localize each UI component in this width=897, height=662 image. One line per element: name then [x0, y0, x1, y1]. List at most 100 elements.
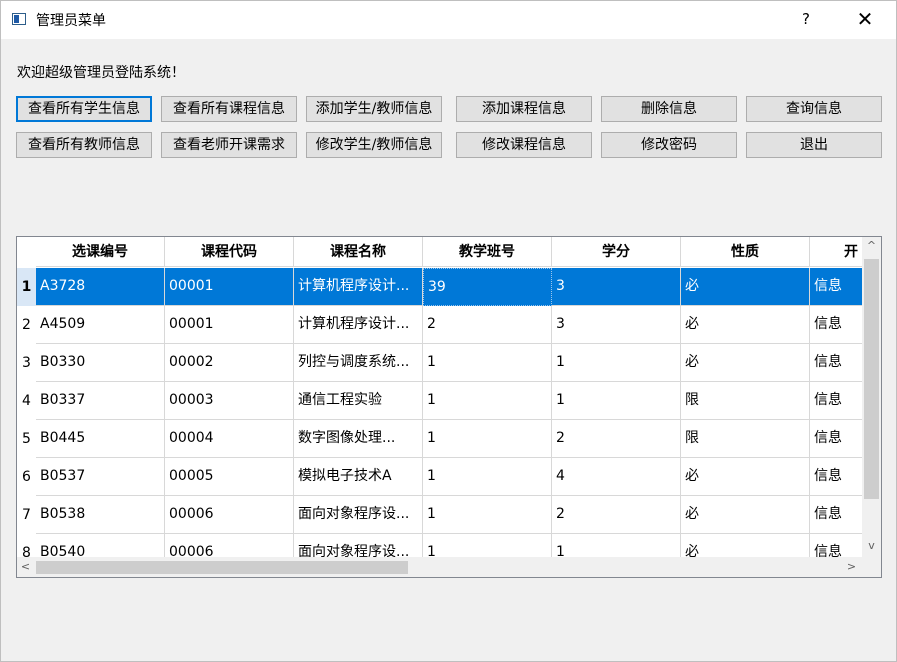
- column-header[interactable]: 性质: [681, 237, 810, 267]
- table-cell[interactable]: 1: [423, 496, 552, 534]
- row-number[interactable]: 7: [17, 496, 36, 534]
- table-cell[interactable]: A4509: [36, 306, 165, 344]
- column-header[interactable]: 选课编号: [36, 237, 165, 267]
- table-cell[interactable]: 必: [681, 458, 810, 496]
- table-cell[interactable]: B0537: [36, 458, 165, 496]
- table-row[interactable]: 3 B0330 00002 列控与调度系统... 1 1 必信息: [17, 344, 862, 382]
- table-cell[interactable]: B0330: [36, 344, 165, 382]
- exit-button[interactable]: 退出: [746, 132, 882, 158]
- table-cell[interactable]: 计算机程序设计...: [294, 268, 423, 306]
- table-cell[interactable]: 面向对象程序设...: [294, 496, 423, 534]
- table-cell[interactable]: B0540: [36, 534, 165, 557]
- table-cell[interactable]: 00001: [165, 268, 294, 306]
- table-row[interactable]: 6 B0537 00005 模拟电子技术A 1 4 必信息: [17, 458, 862, 496]
- table-cell[interactable]: 00005: [165, 458, 294, 496]
- view-teacher-course-requests-button[interactable]: 查看老师开课需求: [161, 132, 297, 158]
- table-cell[interactable]: 00003: [165, 382, 294, 420]
- scroll-up-icon[interactable]: ^: [862, 237, 881, 254]
- table-cell[interactable]: 信息: [810, 420, 862, 458]
- row-number[interactable]: 6: [17, 458, 36, 496]
- scroll-left-icon[interactable]: <: [17, 557, 34, 577]
- table-cell[interactable]: 2: [552, 420, 681, 458]
- vertical-scroll-thumb[interactable]: [864, 259, 879, 499]
- table-cell[interactable]: 3: [552, 268, 681, 306]
- scroll-right-icon[interactable]: >: [843, 557, 860, 577]
- course-table[interactable]: 选课编号 课程代码 课程名称 教学班号 学分 性质 开 1 A3728 00001 计…: [16, 236, 882, 578]
- row-number[interactable]: 2: [17, 306, 36, 344]
- horizontal-scrollbar[interactable]: < >: [17, 557, 862, 577]
- scroll-down-icon[interactable]: v: [862, 537, 881, 554]
- table-cell[interactable]: 必: [681, 496, 810, 534]
- table-cell[interactable]: 信息: [810, 268, 862, 306]
- table-cell[interactable]: 信息: [810, 306, 862, 344]
- table-cell[interactable]: 信息: [810, 344, 862, 382]
- table-cell[interactable]: 必: [681, 344, 810, 382]
- table-cell[interactable]: B0445: [36, 420, 165, 458]
- close-button[interactable]: ✕: [851, 5, 879, 33]
- table-cell[interactable]: 1: [552, 534, 681, 557]
- table-cell[interactable]: 列控与调度系统...: [294, 344, 423, 382]
- table-row[interactable]: 1 A3728 00001 计算机程序设计... 39 3 必信息: [17, 268, 862, 306]
- table-cell[interactable]: 必: [681, 268, 810, 306]
- table-cell[interactable]: 1: [423, 458, 552, 496]
- query-info-button[interactable]: 查询信息: [746, 96, 882, 122]
- column-header[interactable]: 课程名称: [294, 237, 423, 267]
- help-button[interactable]: ?: [796, 7, 816, 31]
- table-cell[interactable]: 1: [423, 534, 552, 557]
- table-cell[interactable]: 必: [681, 306, 810, 344]
- table-cell[interactable]: 面向对象程序设...: [294, 534, 423, 557]
- table-cell[interactable]: 1: [552, 382, 681, 420]
- table-cell[interactable]: 39: [423, 268, 552, 306]
- table-cell[interactable]: 1: [552, 344, 681, 382]
- table-cell[interactable]: 限: [681, 382, 810, 420]
- table-cell[interactable]: 1: [423, 382, 552, 420]
- row-number[interactable]: 8: [17, 534, 36, 557]
- table-cell[interactable]: 数字图像处理...: [294, 420, 423, 458]
- row-number[interactable]: 3: [17, 344, 36, 382]
- table-cell[interactable]: 00006: [165, 534, 294, 557]
- column-header[interactable]: 学分: [552, 237, 681, 267]
- table-cell[interactable]: 1: [423, 344, 552, 382]
- table-cell[interactable]: 必: [681, 534, 810, 557]
- table-cell[interactable]: 00004: [165, 420, 294, 458]
- table-cell[interactable]: 计算机程序设计...: [294, 306, 423, 344]
- table-row[interactable]: 5 B0445 00004 数字图像处理... 1 2 限信息: [17, 420, 862, 458]
- view-all-courses-button[interactable]: 查看所有课程信息: [161, 96, 297, 122]
- table-cell[interactable]: 通信工程实验: [294, 382, 423, 420]
- view-all-students-button[interactable]: 查看所有学生信息: [16, 96, 152, 122]
- table-cell[interactable]: 限: [681, 420, 810, 458]
- change-password-button[interactable]: 修改密码: [601, 132, 737, 158]
- table-cell[interactable]: B0538: [36, 496, 165, 534]
- horizontal-scroll-thumb[interactable]: [36, 561, 408, 574]
- table-row[interactable]: 7 B0538 00006 面向对象程序设... 1 2 必信息: [17, 496, 862, 534]
- table-cell[interactable]: 1: [423, 420, 552, 458]
- table-cell[interactable]: 4: [552, 458, 681, 496]
- table-cell[interactable]: 3: [552, 306, 681, 344]
- vertical-scrollbar[interactable]: ^ v: [862, 237, 881, 557]
- table-cell[interactable]: 模拟电子技术A: [294, 458, 423, 496]
- table-row[interactable]: 4 B0337 00003 通信工程实验 1 1 限信息: [17, 382, 862, 420]
- table-row[interactable]: 8 B0540 00006 面向对象程序设... 1 1 必信息: [17, 534, 862, 557]
- table-cell[interactable]: 信息: [810, 458, 862, 496]
- row-number[interactable]: 1: [17, 268, 36, 306]
- table-cell[interactable]: 信息: [810, 534, 862, 557]
- column-header[interactable]: 教学班号: [423, 237, 552, 267]
- table-row[interactable]: 2 A4509 00001 计算机程序设计... 2 3 必信息: [17, 306, 862, 344]
- row-number[interactable]: 4: [17, 382, 36, 420]
- add-student-teacher-button[interactable]: 添加学生/教师信息: [306, 96, 442, 122]
- table-cell[interactable]: A3728: [36, 268, 165, 306]
- view-all-teachers-button[interactable]: 查看所有教师信息: [16, 132, 152, 158]
- edit-course-button[interactable]: 修改课程信息: [456, 132, 592, 158]
- table-cell[interactable]: 00006: [165, 496, 294, 534]
- table-cell[interactable]: 2: [423, 306, 552, 344]
- table-cell[interactable]: 信息: [810, 496, 862, 534]
- column-header[interactable]: 开: [810, 237, 862, 267]
- table-cell[interactable]: 00001: [165, 306, 294, 344]
- table-cell[interactable]: 信息: [810, 382, 862, 420]
- edit-student-teacher-button[interactable]: 修改学生/教师信息: [306, 132, 442, 158]
- row-number[interactable]: 5: [17, 420, 36, 458]
- table-cell[interactable]: 2: [552, 496, 681, 534]
- table-cell[interactable]: 00002: [165, 344, 294, 382]
- column-header[interactable]: 课程代码: [165, 237, 294, 267]
- add-course-button[interactable]: 添加课程信息: [456, 96, 592, 122]
